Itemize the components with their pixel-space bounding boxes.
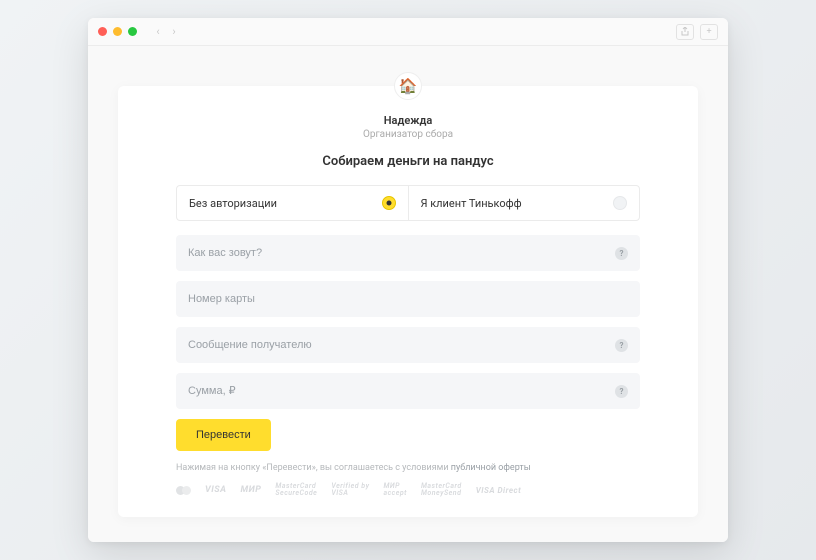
organizer-name: Надежда	[176, 114, 640, 127]
card-number-input[interactable]	[188, 293, 628, 305]
traffic-lights	[98, 27, 137, 36]
submit-row: Перевести	[176, 419, 640, 451]
mastercard-securecode-logo: MasterCardSecureCode	[275, 483, 317, 497]
message-field-wrap: ?	[176, 327, 640, 363]
titlebar-actions: +	[676, 24, 718, 40]
mastercard-logo	[176, 486, 191, 495]
content-area: 🏠 Надежда Организатор сбора Собираем ден…	[88, 46, 728, 542]
payment-card: 🏠 Надежда Организатор сбора Собираем ден…	[118, 86, 698, 517]
forward-button[interactable]: ›	[167, 25, 181, 39]
organizer-role: Организатор сбора	[176, 129, 640, 140]
name-input[interactable]	[188, 247, 615, 259]
tab-client-label: Я клиент Тинькофф	[421, 197, 522, 210]
message-input[interactable]	[188, 339, 615, 351]
avatar-wrap: 🏠	[176, 72, 640, 100]
new-tab-icon[interactable]: +	[700, 24, 718, 40]
name-field-wrap: ?	[176, 235, 640, 271]
tab-client[interactable]: Я клиент Тинькофф	[409, 186, 640, 220]
mir-accept-logo: МИРaccept	[383, 483, 406, 497]
campaign-title: Собираем деньги на пандус	[176, 154, 640, 169]
help-icon[interactable]: ?	[615, 385, 628, 398]
mir-logo: МИР	[241, 485, 262, 495]
close-window-button[interactable]	[98, 27, 107, 36]
tab-no-auth[interactable]: Без авторизации	[177, 186, 409, 220]
maximize-window-button[interactable]	[128, 27, 137, 36]
payment-logos: VISA МИР MasterCardSecureCode Verified b…	[176, 483, 640, 497]
organizer-avatar: 🏠	[394, 72, 422, 100]
verified-by-visa-logo: Verified byVISA	[331, 483, 369, 497]
submit-button[interactable]: Перевести	[176, 419, 271, 451]
public-offer-link[interactable]: публичной оферты	[451, 463, 531, 473]
auth-mode-segmented: Без авторизации Я клиент Тинькофф	[176, 185, 640, 221]
radio-unselected-icon	[613, 196, 627, 210]
visa-direct-logo: VISA Direct	[476, 486, 522, 495]
minimize-window-button[interactable]	[113, 27, 122, 36]
moneysend-logo: MasterCardMoneySend	[421, 483, 462, 497]
help-icon[interactable]: ?	[615, 339, 628, 352]
disclaimer-text: Нажимая на кнопку «Перевести», вы соглаш…	[176, 463, 451, 473]
nav-arrows: ‹ ›	[151, 25, 181, 39]
disclaimer: Нажимая на кнопку «Перевести», вы соглаш…	[176, 463, 640, 473]
radio-selected-icon	[382, 196, 396, 210]
amount-input[interactable]	[188, 385, 615, 397]
share-icon[interactable]	[676, 24, 694, 40]
amount-field-wrap: ?	[176, 373, 640, 409]
browser-window: ‹ › + 🏠 Надежда Организатор сбора Собира…	[88, 18, 728, 542]
back-button[interactable]: ‹	[151, 25, 165, 39]
help-icon[interactable]: ?	[615, 247, 628, 260]
card-field-wrap	[176, 281, 640, 317]
titlebar: ‹ › +	[88, 18, 728, 46]
tab-no-auth-label: Без авторизации	[189, 197, 277, 210]
visa-logo: VISA	[205, 485, 227, 495]
